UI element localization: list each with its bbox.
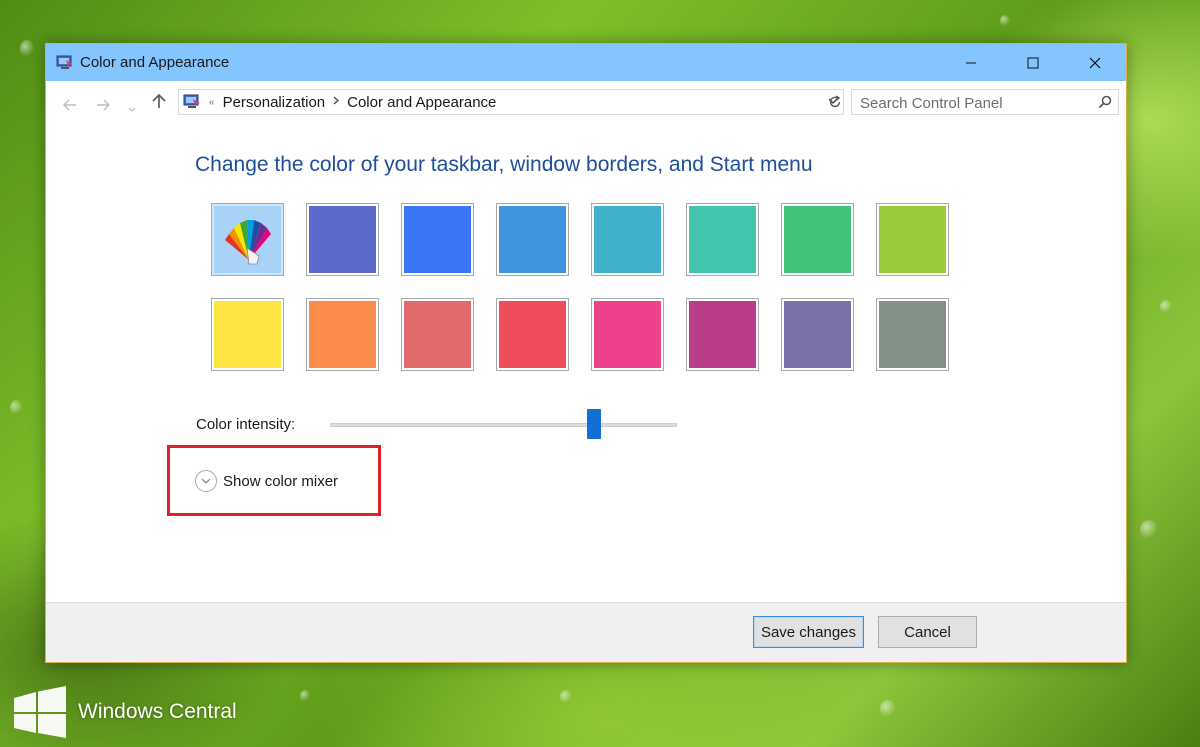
swatch-fill bbox=[214, 206, 281, 273]
swatch-fill bbox=[784, 301, 851, 368]
windows-logo-icon bbox=[14, 686, 66, 738]
color-swatch[interactable] bbox=[496, 298, 569, 371]
swatch-fill bbox=[689, 206, 756, 273]
color-intensity-label: Color intensity: bbox=[196, 416, 296, 433]
swatch-fill bbox=[499, 301, 566, 368]
color-swatch[interactable] bbox=[686, 298, 759, 371]
color-appearance-window: Color and Appearance « Personalization C… bbox=[45, 43, 1127, 663]
swatch-automatic[interactable] bbox=[211, 203, 284, 276]
swatch-fill bbox=[499, 206, 566, 273]
maximize-button[interactable] bbox=[1002, 44, 1064, 81]
minimize-button[interactable] bbox=[940, 44, 1002, 81]
highlight-annotation-box bbox=[167, 445, 381, 516]
watermark-text: Windows Central bbox=[78, 700, 237, 723]
breadcrumb-color-appearance[interactable]: Color and Appearance bbox=[347, 94, 496, 111]
color-swatch[interactable] bbox=[306, 203, 379, 276]
color-intensity-thumb[interactable] bbox=[586, 409, 601, 439]
chevron-right-icon[interactable] bbox=[333, 96, 340, 108]
color-intensity-slider[interactable] bbox=[330, 423, 677, 427]
color-swatch[interactable] bbox=[496, 203, 569, 276]
cancel-button[interactable]: Cancel bbox=[878, 616, 977, 648]
address-field[interactable]: « Personalization Color and Appearance bbox=[178, 89, 844, 115]
color-swatch[interactable] bbox=[876, 203, 949, 276]
back-arrow-icon[interactable] bbox=[63, 96, 77, 116]
control-panel-icon bbox=[56, 55, 73, 69]
maximize-icon bbox=[1027, 57, 1039, 68]
close-button[interactable] bbox=[1064, 44, 1126, 81]
swatch-fill bbox=[214, 301, 281, 368]
color-swatch[interactable] bbox=[781, 298, 854, 371]
dialog-footer: Save changes Cancel bbox=[46, 602, 1126, 662]
color-swatch[interactable] bbox=[781, 203, 854, 276]
swatch-fill bbox=[689, 301, 756, 368]
color-swatch-grid bbox=[211, 203, 961, 375]
color-swatch[interactable] bbox=[591, 298, 664, 371]
refresh-icon[interactable] bbox=[824, 90, 846, 114]
forward-arrow-icon[interactable] bbox=[96, 96, 110, 116]
swatch-fill bbox=[594, 301, 661, 368]
color-swatch[interactable] bbox=[591, 203, 664, 276]
breadcrumb-overflow[interactable]: « bbox=[209, 97, 215, 108]
color-swatch[interactable] bbox=[401, 298, 474, 371]
color-swatch[interactable] bbox=[401, 203, 474, 276]
breadcrumb-personalization[interactable]: Personalization bbox=[223, 94, 326, 111]
search-input[interactable] bbox=[858, 91, 1092, 115]
swatch-fill bbox=[309, 301, 376, 368]
search-box[interactable] bbox=[851, 89, 1119, 115]
window-title: Color and Appearance bbox=[80, 54, 230, 71]
swatch-fill bbox=[309, 206, 376, 273]
swatch-fill bbox=[594, 206, 661, 273]
page-heading: Change the color of your taskbar, window… bbox=[195, 153, 813, 176]
up-arrow-icon[interactable] bbox=[152, 93, 166, 115]
close-icon bbox=[1089, 57, 1101, 68]
search-icon[interactable] bbox=[1098, 95, 1112, 114]
swatch-fill bbox=[784, 206, 851, 273]
color-swatch[interactable] bbox=[211, 298, 284, 371]
minimize-icon bbox=[966, 62, 976, 63]
color-swatch[interactable] bbox=[876, 298, 949, 371]
save-changes-button[interactable]: Save changes bbox=[753, 616, 864, 648]
swatch-fill bbox=[879, 206, 946, 273]
swatch-fill bbox=[404, 301, 471, 368]
address-bar: « Personalization Color and Appearance bbox=[46, 81, 1126, 137]
recent-locations-chevron-icon[interactable] bbox=[128, 98, 136, 118]
title-bar[interactable]: Color and Appearance bbox=[46, 44, 1126, 81]
control-panel-icon bbox=[183, 94, 200, 108]
color-swatch[interactable] bbox=[686, 203, 759, 276]
color-palette-icon bbox=[224, 219, 271, 264]
swatch-fill bbox=[879, 301, 946, 368]
windows-central-watermark: Windows Central bbox=[12, 686, 237, 738]
swatch-fill bbox=[404, 206, 471, 273]
color-swatch[interactable] bbox=[306, 298, 379, 371]
